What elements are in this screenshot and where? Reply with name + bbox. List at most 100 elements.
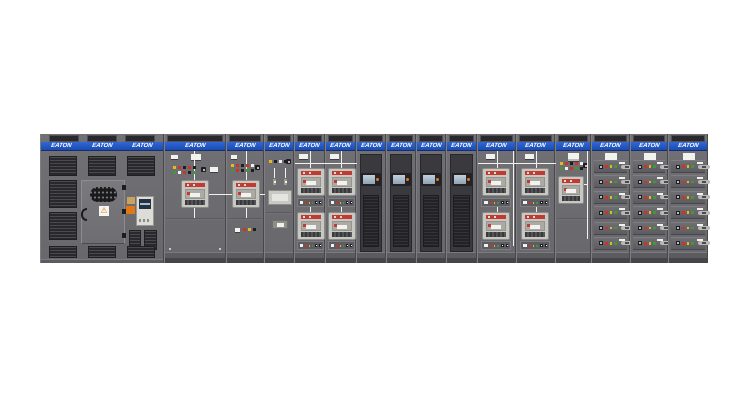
mcc-bucket[interactable]	[671, 222, 705, 235]
unit-label	[619, 177, 625, 179]
unit-pushbutton[interactable]	[638, 165, 642, 169]
unit-pushbutton[interactable]	[599, 195, 603, 199]
meter-buttons[interactable]	[139, 219, 151, 222]
unit-pushbutton[interactable]	[676, 211, 680, 215]
pushbutton[interactable]	[501, 201, 503, 204]
unit-disconnect-handle[interactable]	[698, 226, 710, 230]
pushbutton[interactable]	[350, 201, 352, 204]
unit-pushbutton[interactable]	[599, 211, 603, 215]
pushbutton[interactable]	[346, 201, 348, 204]
door-pull-handle[interactable]	[81, 208, 87, 221]
screw	[169, 248, 171, 250]
drive-display[interactable]	[391, 173, 411, 186]
pushbutton[interactable]	[319, 201, 321, 204]
unit-pushbutton[interactable]	[638, 241, 642, 245]
mcc-bucket[interactable]	[633, 237, 665, 250]
unit-pushbutton[interactable]	[599, 180, 603, 184]
mcc-bucket[interactable]	[633, 175, 665, 188]
indicator-light-red	[644, 211, 647, 214]
mcc-bucket[interactable]	[671, 191, 705, 204]
mcc-bucket[interactable]	[671, 175, 705, 188]
section-drive-2: EATON	[386, 134, 416, 263]
unit-pushbutton[interactable]	[638, 226, 642, 230]
breaker-face	[486, 177, 506, 187]
drive-door[interactable]	[390, 154, 412, 252]
mcc-bucket[interactable]	[594, 222, 627, 235]
unit-pushbutton[interactable]	[638, 211, 642, 215]
digital-meter[interactable]	[136, 196, 154, 226]
unit-pushbutton[interactable]	[676, 180, 680, 184]
mcc-bucket[interactable]	[594, 191, 627, 204]
unit-disconnect-handle[interactable]	[698, 211, 710, 215]
mcc-bucket[interactable]	[594, 175, 627, 188]
mcc-bucket[interactable]	[594, 237, 627, 250]
pushbutton[interactable]	[255, 165, 260, 170]
pushbutton[interactable]	[506, 244, 508, 247]
drive-display[interactable]	[421, 173, 441, 186]
unit-pushbutton[interactable]	[599, 241, 603, 245]
mcc-bucket[interactable]	[633, 222, 665, 235]
unit-pushbutton[interactable]	[676, 165, 680, 169]
drive-door[interactable]	[450, 154, 473, 252]
unit-pushbutton[interactable]	[638, 195, 642, 199]
unit-disconnect-handle[interactable]	[698, 165, 710, 169]
switchgear-lineup: EATON EATON EATON ⚠ EATO	[40, 134, 708, 263]
air-circuit-breaker[interactable]	[482, 212, 510, 240]
pushbutton[interactable]	[315, 244, 317, 247]
pushbutton[interactable]	[201, 167, 206, 172]
cabinet-door[interactable]: ⚠	[81, 180, 125, 244]
pushbutton[interactable]	[346, 244, 348, 247]
mcc-bucket[interactable]	[633, 206, 665, 219]
unit-disconnect-handle[interactable]	[698, 241, 710, 245]
pushbutton[interactable]	[540, 244, 542, 247]
air-circuit-breaker[interactable]	[232, 180, 260, 208]
mcc-bucket[interactable]	[671, 206, 705, 219]
drive-display[interactable]	[452, 173, 472, 186]
mcc-bucket[interactable]	[671, 160, 705, 173]
air-circuit-breaker[interactable]	[328, 212, 356, 240]
breaker-trip-unit	[236, 183, 256, 187]
air-circuit-breaker[interactable]	[521, 212, 549, 240]
mcc-bucket[interactable]	[671, 237, 705, 250]
drive-display[interactable]	[361, 173, 381, 186]
air-circuit-breaker[interactable]	[328, 168, 356, 196]
mcc-bucket[interactable]	[633, 160, 665, 173]
drive-door[interactable]	[420, 154, 442, 252]
air-circuit-breaker[interactable]	[521, 168, 549, 196]
pushbutton[interactable]	[545, 201, 547, 204]
breaker-face	[301, 177, 321, 187]
drive-door[interactable]	[360, 154, 382, 252]
pushbutton[interactable]	[350, 244, 352, 247]
pushbutton[interactable]	[506, 201, 508, 204]
unit-pushbutton[interactable]	[676, 241, 680, 245]
unit-pushbutton[interactable]	[676, 226, 680, 230]
unit-pushbutton[interactable]	[599, 165, 603, 169]
indicator-light-yellow	[610, 181, 613, 184]
lamp-yellow	[560, 162, 563, 165]
pushbutton[interactable]	[315, 201, 317, 204]
display-button[interactable]	[406, 178, 409, 181]
display-button[interactable]	[376, 178, 379, 181]
air-circuit-breaker[interactable]	[297, 212, 325, 240]
unit-pushbutton[interactable]	[676, 195, 680, 199]
mcc-bucket[interactable]	[633, 191, 665, 204]
air-circuit-breaker[interactable]	[181, 180, 209, 208]
unit-disconnect-handle[interactable]	[698, 195, 710, 199]
pushbutton[interactable]	[319, 244, 321, 247]
display-button[interactable]	[467, 178, 470, 181]
air-circuit-breaker[interactable]	[297, 168, 325, 196]
mcc-bucket[interactable]	[594, 206, 627, 219]
unit-disconnect-handle[interactable]	[698, 180, 710, 184]
brand-stripe: EATON	[669, 142, 707, 151]
air-circuit-breaker[interactable]	[482, 168, 510, 196]
indicator-light-red	[682, 242, 685, 245]
pushbutton[interactable]	[540, 201, 542, 204]
pushbutton[interactable]	[501, 244, 503, 247]
mcc-bucket[interactable]	[594, 160, 627, 173]
pushbutton[interactable]	[545, 244, 547, 247]
unit-pushbutton[interactable]	[638, 180, 642, 184]
air-circuit-breaker[interactable]	[558, 176, 584, 204]
unit-pushbutton[interactable]	[599, 226, 603, 230]
display-button[interactable]	[436, 178, 439, 181]
lamp-yellow	[309, 245, 310, 247]
